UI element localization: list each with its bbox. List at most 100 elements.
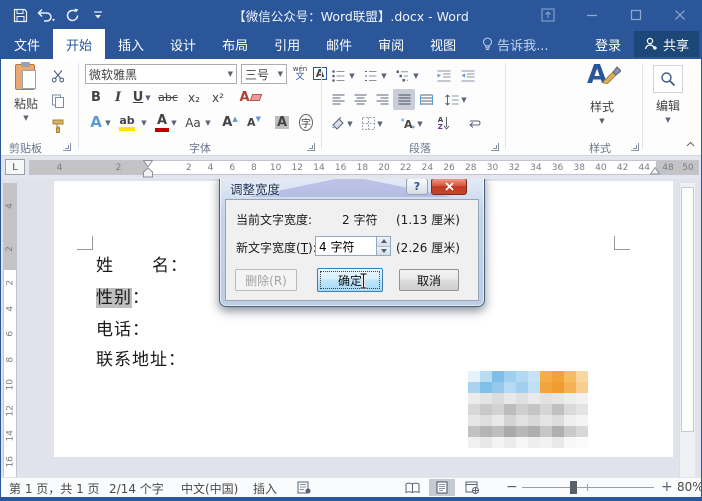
word-count[interactable]: 2/14 个字 bbox=[109, 480, 164, 497]
font-color-bar bbox=[155, 127, 169, 132]
close-icon[interactable] bbox=[665, 4, 695, 26]
underline-dropdown[interactable]: ▼ bbox=[143, 87, 153, 108]
numbering-dropdown[interactable]: ▼ bbox=[379, 65, 389, 86]
clear-formatting-button[interactable]: A bbox=[237, 87, 263, 108]
zoom-level[interactable]: 80% bbox=[677, 480, 701, 494]
collapse-ribbon-icon[interactable] bbox=[683, 137, 697, 151]
bullets-button[interactable] bbox=[327, 65, 349, 86]
tab-references[interactable]: 引用 bbox=[261, 29, 313, 59]
character-shading-button[interactable]: A bbox=[271, 112, 293, 133]
right-indent-marker[interactable] bbox=[650, 167, 660, 175]
superscript-button[interactable]: x² bbox=[207, 87, 229, 108]
increase-indent-button[interactable] bbox=[457, 65, 479, 86]
insert-mode[interactable]: 插入 bbox=[253, 480, 277, 497]
save-icon[interactable] bbox=[9, 5, 31, 25]
subscript-button[interactable]: x₂ bbox=[183, 87, 205, 108]
zoom-slider-track[interactable] bbox=[522, 487, 654, 488]
cancel-button[interactable]: 取消 bbox=[399, 269, 459, 291]
styles-button[interactable]: A 样式 ▼ bbox=[581, 62, 623, 138]
enclose-characters-button[interactable]: 字 bbox=[295, 112, 317, 133]
editing-button[interactable]: 编辑 ▼ bbox=[647, 65, 689, 141]
grow-font-button[interactable]: A ▲ bbox=[219, 112, 241, 133]
quick-access-toolbar bbox=[1, 5, 109, 25]
ok-button[interactable]: 确定 bbox=[317, 268, 383, 292]
paste-button[interactable]: 粘贴 ▼ bbox=[7, 62, 45, 138]
shading-dropdown[interactable]: ▼ bbox=[345, 113, 355, 134]
clipboard-dialog-launcher-icon[interactable] bbox=[63, 143, 71, 151]
macro-record-icon[interactable] bbox=[297, 481, 311, 494]
read-mode-icon[interactable] bbox=[399, 479, 425, 496]
word-window: 【微信公众号：Word联盟】.docx - Word 文件 开始 插入 设计 布… bbox=[0, 0, 702, 501]
borders-dropdown[interactable]: ▼ bbox=[375, 113, 385, 134]
bold-button[interactable]: B bbox=[85, 87, 107, 108]
styles-dialog-launcher-icon[interactable] bbox=[631, 143, 639, 151]
tab-sign-in[interactable]: 登录 bbox=[582, 29, 634, 59]
phonetic-guide-button[interactable]: wén 文 bbox=[291, 63, 309, 85]
align-right-button[interactable] bbox=[371, 89, 393, 110]
dialog-help-button[interactable]: ? bbox=[406, 179, 428, 195]
tab-view[interactable]: 视图 bbox=[417, 29, 469, 59]
zoom-slider-thumb[interactable] bbox=[570, 481, 577, 494]
page-info[interactable]: 第 1 页，共 1 页 bbox=[9, 480, 100, 497]
print-layout-icon[interactable] bbox=[429, 479, 455, 496]
highlight-dropdown[interactable]: ▼ bbox=[139, 112, 149, 133]
paragraph-dialog-launcher-icon[interactable] bbox=[491, 143, 499, 151]
strikethrough-button[interactable]: abc bbox=[155, 87, 181, 108]
tab-file[interactable]: 文件 bbox=[1, 29, 53, 59]
left-indent-marker[interactable] bbox=[143, 168, 153, 178]
redo-icon[interactable] bbox=[61, 5, 83, 25]
delete-button[interactable]: 删除(R) bbox=[235, 269, 297, 291]
zoom-in-button[interactable]: + bbox=[661, 479, 673, 495]
ribbon-display-options-icon[interactable] bbox=[533, 4, 563, 26]
tab-tell-me[interactable]: 告诉我... bbox=[469, 29, 561, 59]
vertical-scrollbar[interactable] bbox=[679, 183, 695, 479]
share-button[interactable]: 共享 bbox=[633, 31, 699, 57]
customize-qat-icon[interactable] bbox=[87, 5, 109, 25]
spinner-down-icon[interactable] bbox=[377, 245, 390, 255]
font-size-combo[interactable]: 三号 ▼ bbox=[241, 64, 287, 84]
language-status[interactable]: 中文(中国) bbox=[181, 480, 238, 497]
zoom-out-button[interactable]: − bbox=[506, 479, 518, 495]
undo-icon[interactable] bbox=[35, 5, 57, 25]
minimize-icon[interactable] bbox=[577, 4, 607, 26]
new-width-input[interactable] bbox=[315, 236, 377, 256]
first-line-indent-marker[interactable] bbox=[143, 160, 153, 168]
copy-button[interactable] bbox=[47, 90, 69, 111]
justify-button[interactable] bbox=[393, 89, 415, 110]
tab-insert[interactable]: 插入 bbox=[105, 29, 157, 59]
multilevel-dropdown[interactable]: ▼ bbox=[411, 65, 421, 86]
font-dialog-launcher-icon[interactable] bbox=[307, 143, 315, 151]
highlight-color-button[interactable]: ab bbox=[115, 112, 139, 133]
show-hide-marks-button[interactable] bbox=[463, 113, 485, 134]
bullets-dropdown[interactable]: ▼ bbox=[347, 65, 357, 86]
spinner-up-icon[interactable] bbox=[377, 237, 390, 246]
multilevel-list-button[interactable] bbox=[391, 65, 413, 86]
web-layout-icon[interactable] bbox=[459, 479, 485, 496]
dialog-close-button[interactable] bbox=[431, 179, 467, 195]
numbering-button[interactable] bbox=[359, 65, 381, 86]
format-painter-button[interactable] bbox=[47, 115, 69, 136]
sort-button[interactable]: A Z bbox=[433, 113, 455, 134]
change-case-button[interactable]: Aa bbox=[181, 112, 205, 133]
tab-selector[interactable]: L bbox=[5, 159, 25, 175]
shrink-font-button[interactable]: A ▼ bbox=[243, 112, 265, 133]
align-center-button[interactable] bbox=[349, 89, 371, 110]
cut-button[interactable] bbox=[47, 65, 69, 86]
change-case-dropdown[interactable]: ▼ bbox=[203, 112, 213, 133]
distribute-button[interactable] bbox=[415, 89, 437, 110]
tab-design[interactable]: 设计 bbox=[157, 29, 209, 59]
line-spacing-dropdown[interactable]: ▼ bbox=[459, 89, 469, 110]
text-effects-dropdown[interactable]: ▼ bbox=[103, 112, 113, 133]
maximize-icon[interactable] bbox=[621, 4, 651, 26]
tab-review[interactable]: 审阅 bbox=[365, 29, 417, 59]
font-color-dropdown[interactable]: ▼ bbox=[169, 112, 179, 133]
align-left-button[interactable] bbox=[327, 89, 349, 110]
scrollbar-thumb[interactable] bbox=[681, 187, 694, 432]
tab-mailings[interactable]: 邮件 bbox=[313, 29, 365, 59]
font-name-combo[interactable]: 微软雅黑 ▼ bbox=[85, 64, 237, 84]
italic-button[interactable]: I bbox=[107, 87, 129, 108]
tab-home[interactable]: 开始 bbox=[53, 29, 106, 59]
asian-layout-dropdown[interactable]: ▼ bbox=[415, 113, 425, 134]
tab-layout[interactable]: 布局 bbox=[209, 29, 261, 59]
decrease-indent-button[interactable] bbox=[433, 65, 455, 86]
